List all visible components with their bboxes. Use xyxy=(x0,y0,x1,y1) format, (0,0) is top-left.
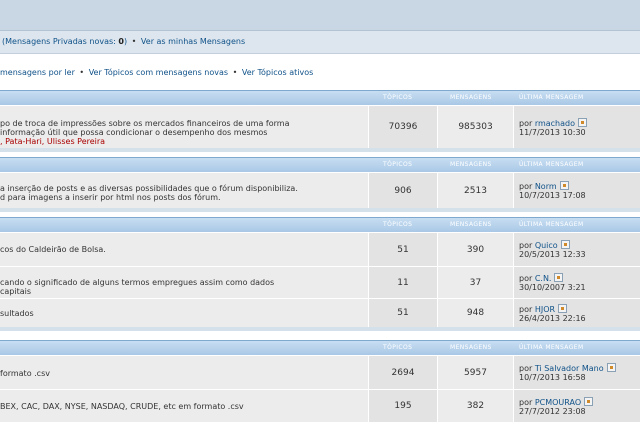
col-last: ÚLTIMA MENSAGEM xyxy=(519,161,584,168)
go-to-post-icon[interactable] xyxy=(558,303,568,313)
pm-close: ) xyxy=(123,37,128,46)
topic-count: 51 xyxy=(368,299,437,327)
category-footer xyxy=(0,148,640,152)
forum-description: cos do Caldeirão de Bolsa. xyxy=(0,245,106,254)
col-last: ÚLTIMA MENSAGEM xyxy=(519,221,584,228)
forum-row[interactable]: a inserção de posts e as diversas possib… xyxy=(0,172,640,208)
private-messages-bar: (Mensagens Privadas novas: 0) • Ver as m… xyxy=(0,31,640,54)
bullet: • xyxy=(131,37,137,46)
go-to-post-icon[interactable] xyxy=(559,181,569,190)
last-post-date: 30/10/2007 3:21 xyxy=(519,283,586,292)
last-post-date: 11/7/2013 10:30 xyxy=(519,127,586,137)
last-post: por PCMOURAO 27/7/2012 23:08 xyxy=(513,390,640,422)
last-post-date: 20/5/2013 12:33 xyxy=(519,250,586,259)
last-post-date: 10/7/2013 16:58 xyxy=(519,373,586,382)
last-post: por Norm 10/7/2013 17:08 xyxy=(513,173,640,208)
last-post-by: por xyxy=(519,397,533,407)
active-topics-link[interactable]: Ver Tópicos ativos xyxy=(242,68,313,77)
col-topics: TÓPICOS xyxy=(383,344,413,351)
forum-description: sultados xyxy=(0,309,34,318)
forum-description: formato .csv xyxy=(0,369,50,378)
pm-label: (Mensagens Privadas novas: xyxy=(2,37,116,46)
forum-row[interactable]: po de troca de impressões sobre os merca… xyxy=(0,105,640,148)
forum-row[interactable]: cos do Caldeirão de Bolsa. 51 390 por Qu… xyxy=(0,232,640,266)
bullet: • xyxy=(79,68,85,77)
last-post-by: por xyxy=(519,182,533,191)
last-post-by: por xyxy=(519,241,533,250)
forum-row[interactable]: cando o significado de alguns termos emp… xyxy=(0,266,640,298)
post-count: 382 xyxy=(437,390,513,422)
category-footer xyxy=(0,208,640,212)
forum-description-2: capitais xyxy=(0,287,32,296)
col-last: ÚLTIMA MENSAGEM xyxy=(519,344,584,351)
category-header: TÓPICOS MENSAGENS ÚLTIMA MENSAGEM xyxy=(0,217,640,232)
col-posts: MENSAGENS xyxy=(450,161,492,168)
forum-row[interactable]: BEX, CAC, DAX, NYSE, NASDAQ, CRUDE, etc … xyxy=(0,389,640,422)
view-messages-link[interactable]: Ver as minhas Mensagens xyxy=(141,37,245,46)
post-count: 985303 xyxy=(437,106,513,148)
forum-row[interactable]: sultados 51 948 por HJOR 26/4/2013 22:16 xyxy=(0,298,640,327)
post-count: 2513 xyxy=(437,173,513,208)
new-topics-link[interactable]: Ver Tópicos com mensagens novas xyxy=(89,68,228,77)
post-count: 5957 xyxy=(437,356,513,389)
post-count: 390 xyxy=(437,233,513,266)
post-count: 948 xyxy=(437,299,513,327)
bullet: • xyxy=(232,68,238,77)
forum-description: cando o significado de alguns termos emp… xyxy=(0,278,275,287)
last-post-user[interactable]: rmachado xyxy=(535,119,575,128)
forum-description: BEX, CAC, DAX, NYSE, NASDAQ, CRUDE, etc … xyxy=(0,402,244,411)
topic-count: 70396 xyxy=(368,106,437,148)
category-header: TÓPICOS MENSAGENS ÚLTIMA MENSAGEM xyxy=(0,157,640,172)
last-post-date: 10/7/2013 17:08 xyxy=(519,191,586,200)
last-post-by: por xyxy=(519,118,533,128)
go-to-post-icon[interactable] xyxy=(606,363,616,372)
post-count: 37 xyxy=(437,267,513,298)
category-header: TÓPICOS MENSAGENS ÚLTIMA MENSAGEM xyxy=(0,340,640,355)
last-post-user[interactable]: Quico xyxy=(535,241,558,250)
quick-links: mensagens por ler • Ver Tópicos com mens… xyxy=(0,68,640,82)
col-posts: MENSAGENS xyxy=(450,94,492,101)
moderators[interactable]: , Pata-Hari, Ulisses Pereira xyxy=(0,137,370,146)
forum-description: a inserção de posts e as diversas possib… xyxy=(0,184,298,193)
go-to-post-icon[interactable] xyxy=(554,273,564,282)
last-post-by: por xyxy=(519,274,533,283)
last-post-date: 26/4/2013 22:16 xyxy=(519,313,586,323)
category-footer xyxy=(0,327,640,331)
last-post: por Ti Salvador Mano 10/7/2013 16:58 xyxy=(513,356,640,389)
forum-row[interactable]: formato .csv 2694 5957 por Ti Salvador M… xyxy=(0,355,640,389)
topic-count: 2694 xyxy=(368,356,437,389)
forum-description-2: informação útil que possa condicionar o … xyxy=(0,128,268,137)
last-post-user[interactable]: Ti Salvador Mano xyxy=(535,364,604,373)
col-topics: TÓPICOS xyxy=(383,161,413,168)
last-post: por C.N. 30/10/2007 3:21 xyxy=(513,267,640,298)
category-header: TÓPICOS MENSAGENS ÚLTIMA MENSAGEM xyxy=(0,90,640,105)
forum-description: po de troca de impressões sobre os merca… xyxy=(0,119,290,128)
col-last: ÚLTIMA MENSAGEM xyxy=(519,94,584,101)
col-posts: MENSAGENS xyxy=(450,344,492,351)
unread-posts-link[interactable]: mensagens por ler xyxy=(0,68,75,77)
go-to-post-icon[interactable] xyxy=(584,396,594,406)
topic-count: 195 xyxy=(368,390,437,422)
last-post: por Quico 20/5/2013 12:33 xyxy=(513,233,640,266)
topic-count: 51 xyxy=(368,233,437,266)
topic-count: 906 xyxy=(368,173,437,208)
col-posts: MENSAGENS xyxy=(450,221,492,228)
last-post-date: 27/7/2012 23:08 xyxy=(519,406,586,416)
col-topics: TÓPICOS xyxy=(383,94,413,101)
last-post-user[interactable]: HJOR xyxy=(535,305,555,314)
last-post: por rmachado 11/7/2013 10:30 xyxy=(513,106,640,148)
last-post-user[interactable]: Norm xyxy=(535,182,557,191)
last-post-user[interactable]: PCMOURAO xyxy=(535,398,581,407)
topic-count: 11 xyxy=(368,267,437,298)
last-post-by: por xyxy=(519,304,533,314)
last-post: por HJOR 26/4/2013 22:16 xyxy=(513,299,640,327)
last-post-user[interactable]: C.N. xyxy=(535,274,552,283)
go-to-post-icon[interactable] xyxy=(578,117,587,127)
last-post-by: por xyxy=(519,364,533,373)
header-bar xyxy=(0,0,640,31)
forum-description-2: d para imagens a inserir por html nos po… xyxy=(0,193,221,202)
go-to-post-icon[interactable] xyxy=(560,240,570,249)
col-topics: TÓPICOS xyxy=(383,221,413,228)
